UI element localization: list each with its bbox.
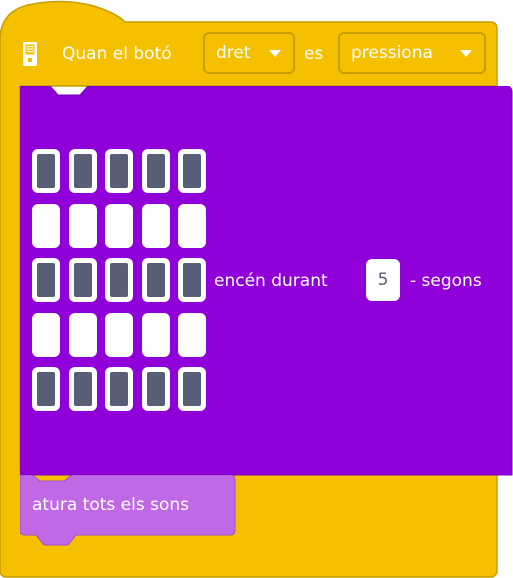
led-pixel-r5-c5[interactable]: [178, 367, 206, 411]
led-pixel-r3-c4[interactable]: [142, 258, 170, 302]
led-pixel-r1-c4[interactable]: [142, 149, 170, 193]
led-pixel-r2-c4[interactable]: [142, 204, 170, 248]
led-lit-indicator: [183, 154, 201, 188]
led-pixel-r4-c3[interactable]: [105, 313, 133, 357]
led-pixel-r1-c5[interactable]: [178, 149, 206, 193]
led-pixel-r1-c2[interactable]: [69, 149, 97, 193]
led-lit-indicator: [110, 372, 128, 406]
led-pixel-r4-c4[interactable]: [142, 313, 170, 357]
led-lit-indicator: [74, 263, 92, 297]
led-lit-indicator: [110, 263, 128, 297]
led-pixel-r4-c1[interactable]: [32, 313, 60, 357]
event-hat-block[interactable]: Quan el botó dret es pressiona encén dur…: [0, 0, 513, 578]
led-pixel-r5-c2[interactable]: [69, 367, 97, 411]
led-pixel-r5-c1[interactable]: [32, 367, 60, 411]
led-pixel-r2-c1[interactable]: [32, 204, 60, 248]
led-pixel-r4-c5[interactable]: [178, 313, 206, 357]
chevron-down-icon: [460, 50, 472, 57]
led-lit-indicator: [183, 372, 201, 406]
led-pixel-r3-c3[interactable]: [105, 258, 133, 302]
led-pixel-r3-c1[interactable]: [32, 258, 60, 302]
hub-icon: [23, 42, 37, 66]
stop-all-sounds-label: atura tots els sons: [32, 495, 189, 515]
seconds-value: 5: [377, 270, 389, 290]
led-lit-indicator: [147, 372, 165, 406]
led-lit-indicator: [37, 263, 55, 297]
led-lit-indicator: [74, 154, 92, 188]
button-state-dropdown[interactable]: pressiona: [338, 32, 486, 74]
led-pixel-r3-c5[interactable]: [178, 258, 206, 302]
led-lit-indicator: [183, 263, 201, 297]
led-pixel-r5-c4[interactable]: [142, 367, 170, 411]
led-pixel-r5-c3[interactable]: [105, 367, 133, 411]
led-lit-indicator: [110, 154, 128, 188]
led-lit-indicator: [147, 154, 165, 188]
hat-middle-label: es: [304, 44, 324, 64]
seconds-input[interactable]: 5: [366, 259, 400, 301]
led-pixel-r2-c2[interactable]: [69, 204, 97, 248]
led-pixel-r3-c2[interactable]: [69, 258, 97, 302]
led-pixel-r1-c3[interactable]: [105, 149, 133, 193]
chevron-down-icon: [269, 50, 281, 57]
led-lit-indicator: [37, 372, 55, 406]
button-side-dropdown[interactable]: dret: [203, 32, 295, 74]
button-state-value: pressiona: [351, 43, 433, 63]
seconds-unit-label: - segons: [410, 271, 482, 291]
led-lit-indicator: [74, 372, 92, 406]
light-duration-label: encén durant: [214, 271, 328, 291]
led-pixel-r2-c3[interactable]: [105, 204, 133, 248]
led-pixel-r2-c5[interactable]: [178, 204, 206, 248]
button-side-value: dret: [216, 43, 251, 63]
led-lit-indicator: [37, 154, 55, 188]
led-lit-indicator: [147, 263, 165, 297]
led-pixel-r1-c1[interactable]: [32, 149, 60, 193]
led-pixel-r4-c2[interactable]: [69, 313, 97, 357]
hat-prefix-label: Quan el botó: [62, 44, 172, 64]
